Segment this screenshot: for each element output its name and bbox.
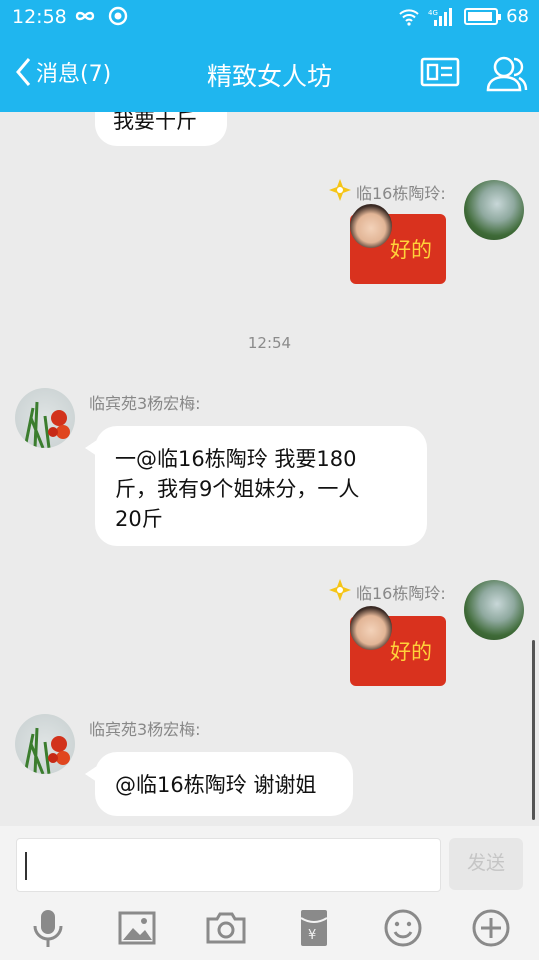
sender-name: 临宾苑3杨宏梅:: [89, 720, 201, 739]
text-caret: [25, 852, 27, 880]
timestamp: 12:54: [247, 334, 292, 352]
battery-level: 68: [506, 6, 529, 27]
sticker-message[interactable]: 好的: [350, 606, 446, 686]
svg-text:¥: ¥: [308, 928, 316, 943]
status-left-icons: [74, 6, 128, 26]
message-bubble[interactable]: @临16栋陶玲 谢谢姐: [85, 752, 353, 816]
input-toolbar: ¥: [0, 906, 539, 956]
sender-name: 临16栋陶玲:: [356, 584, 446, 603]
microphone-icon[interactable]: [26, 906, 70, 950]
bubble-tail: [85, 766, 97, 782]
title-bar: 消息(7) 精致女人坊: [0, 36, 539, 112]
avatar[interactable]: [464, 580, 524, 640]
flower-avatar-image: [23, 401, 70, 448]
sticker-text: 好的: [390, 238, 432, 262]
image-icon[interactable]: [115, 906, 159, 950]
infinity-icon: [75, 11, 95, 21]
message-input[interactable]: [16, 838, 441, 892]
red-envelope-icon[interactable]: ¥: [292, 906, 336, 950]
sticker-face: [350, 606, 392, 650]
sender-name: 临宾苑3杨宏梅:: [89, 394, 201, 413]
message-bubble[interactable]: 一@临16栋陶玲 我要180 斤，我有9个姐妹分，一人 20斤: [85, 426, 427, 546]
svg-text:4G: 4G: [428, 9, 438, 17]
sticker-text: 好的: [390, 640, 432, 664]
target-icon: [108, 6, 128, 26]
star-badge-icon: [329, 179, 351, 201]
sticker-face: [350, 204, 392, 248]
message-bubble-partial[interactable]: 我要十斤: [95, 112, 227, 146]
battery-icon: [464, 8, 502, 25]
profile-card-icon[interactable]: [420, 54, 460, 90]
bubble-tail: [85, 440, 97, 456]
message-line: 一@临16栋陶玲 我要180: [115, 447, 357, 471]
message-line: 20斤: [115, 507, 163, 531]
star-badge-icon: [329, 579, 351, 601]
message-line: 斤，我有9个姐妹分，一人: [115, 477, 360, 501]
plus-icon[interactable]: [469, 906, 513, 950]
avatar[interactable]: [464, 180, 524, 240]
input-area: 发送 ¥: [0, 826, 539, 960]
emoji-icon[interactable]: [381, 906, 425, 950]
chat-scrollbar[interactable]: [532, 640, 535, 820]
status-time: 12:58: [12, 6, 67, 28]
send-button[interactable]: 发送: [449, 838, 523, 890]
chat-messages[interactable]: 我要十斤 临16栋陶玲: 好的 12:54 临宾苑3杨宏梅: 一@临16栋陶玲 …: [0, 112, 539, 826]
flower-avatar-image: [23, 727, 70, 774]
sender-name: 临16栋陶玲:: [356, 184, 446, 203]
avatar[interactable]: [15, 388, 75, 448]
message-text: @临16栋陶玲 谢谢姐: [115, 773, 317, 797]
wifi-icon: [399, 8, 419, 26]
group-members-icon[interactable]: [484, 54, 528, 92]
camera-icon[interactable]: [204, 906, 248, 950]
avatar[interactable]: [15, 714, 75, 774]
signal-icon: 4G: [428, 7, 453, 26]
status-right-icons: 4G 68: [398, 6, 529, 27]
status-bar: 12:58 4G 68: [0, 0, 539, 36]
message-text: 我要十斤: [113, 112, 197, 133]
sticker-message[interactable]: 好的: [350, 204, 446, 284]
